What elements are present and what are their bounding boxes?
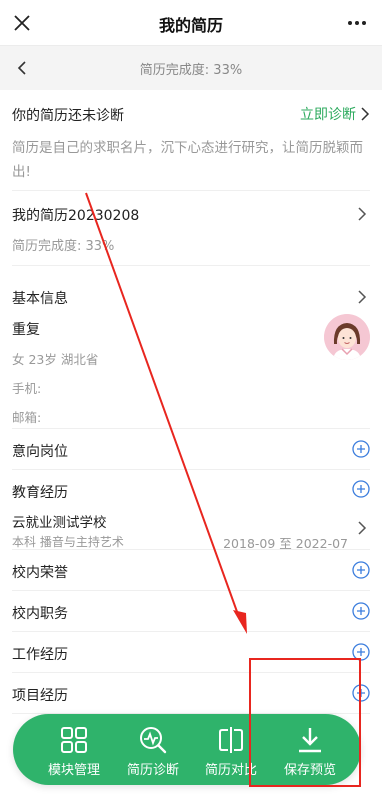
title-bar: 我的简历 [0,0,382,46]
basic-info-section[interactable]: 基本信息 重复 女 23岁 湖北省 手机: 邮箱: [12,266,370,429]
resume-compare-label: 简历对比 [204,763,257,778]
chevron-right-icon[interactable] [356,290,368,304]
basic-info-heading: 基本信息 [12,291,68,307]
work-heading: 工作经历 [12,647,68,663]
add-circle-icon[interactable] [352,480,370,498]
projects-section[interactable]: 项目经历 [12,673,370,714]
completion-bar: 简历完成度: 33% [0,46,382,90]
avatar[interactable] [324,314,370,360]
honors-heading: 校内荣誉 [12,565,68,581]
chevron-right-icon[interactable] [356,207,368,221]
add-circle-icon[interactable] [352,602,370,620]
module-manage-button[interactable]: 模块管理 [35,714,113,785]
resume-name: 我的简历20230208 [12,208,140,224]
resume-diagnosis-label: 简历诊断 [126,763,179,778]
education-school: 云就业测试学校 [12,515,107,531]
grid-icon [61,727,87,753]
education-major: 本科 播音与主持艺术 [12,535,124,549]
email-label: 邮箱: [12,410,42,425]
diagnose-now-button[interactable]: 立即诊断 [300,104,370,124]
work-section[interactable]: 工作经历 [12,632,370,673]
compare-icon [219,727,243,753]
save-preview-button[interactable]: 保存预览 [271,714,349,785]
page-title: 我的简历 [158,16,223,35]
download-icon [299,728,321,753]
phone-label: 手机: [12,381,42,396]
education-heading: 教育经历 [12,485,68,501]
save-preview-label: 保存预览 [283,763,336,778]
positions-section[interactable]: 校内职务 [12,591,370,632]
more-icon[interactable] [346,13,368,33]
intention-heading: 意向岗位 [12,444,68,460]
user-name: 重复 [12,322,40,338]
projects-heading: 项目经历 [12,688,68,704]
honors-section[interactable]: 校内荣誉 [12,550,370,591]
add-circle-icon[interactable] [352,684,370,702]
diagnose-now-label: 立即诊断 [300,107,356,123]
diagnosis-card: 你的简历还未诊断 立即诊断 简历是自己的求职名片，沉下心态进行研究，让简历脱颖而… [12,90,370,191]
resume-item[interactable]: 我的简历20230208 简历完成度: 33% [12,191,370,266]
add-circle-icon[interactable] [352,561,370,579]
user-meta: 女 23岁 湖北省 [12,352,99,367]
avatar-illustration [324,314,370,360]
bottom-action-bar: 模块管理 简历诊断 简历对比 保存预览 [13,714,361,785]
add-circle-icon[interactable] [352,643,370,661]
chevron-right-icon[interactable] [356,521,368,535]
positions-heading: 校内职务 [12,606,68,622]
add-circle-icon[interactable] [352,440,370,458]
diagnosis-title: 你的简历还未诊断 [12,108,124,124]
resume-diagnosis-button[interactable]: 简历诊断 [114,714,192,785]
resume-compare-button[interactable]: 简历对比 [192,714,270,785]
resume-content: 你的简历还未诊断 立即诊断 简历是自己的求职名片，沉下心态进行研究，让简历脱颖而… [12,90,370,714]
resume-completion: 简历完成度: 33% [12,239,115,254]
intention-section[interactable]: 意向岗位 [12,429,370,470]
module-manage-label: 模块管理 [47,763,100,778]
education-section[interactable]: 教育经历 云就业测试学校 本科 播音与主持艺术 2018-09 至 2022-0… [12,470,370,551]
chevron-right-icon [361,107,370,121]
diagnosis-description: 简历是自己的求职名片，沉下心态进行研究，让简历脱颖而出! [12,140,363,180]
completion-text: 简历完成度: 33% [139,63,243,78]
diagnosis-icon [140,727,167,754]
